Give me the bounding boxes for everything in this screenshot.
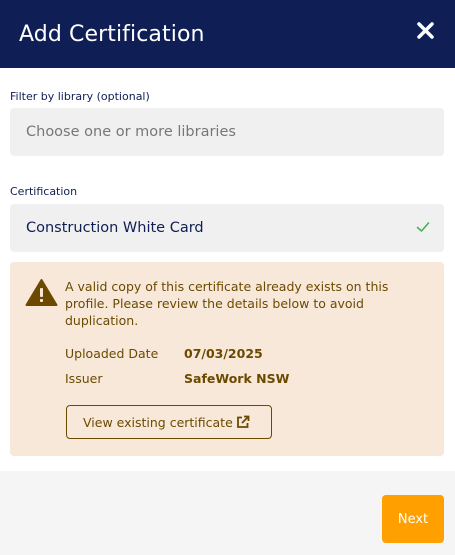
view-existing-certificate-label: View existing certificate: [83, 414, 233, 430]
certification-value: Construction White Card: [26, 220, 204, 236]
next-button[interactable]: Next: [382, 495, 444, 543]
view-existing-certificate-button[interactable]: View existing certificate: [66, 405, 272, 439]
warning-message: A valid copy of this certificate already…: [65, 279, 389, 328]
certification-label: Certification: [10, 185, 78, 198]
issuer-label: Issuer: [65, 371, 103, 386]
library-filter-input[interactable]: Choose one or more libraries: [10, 108, 444, 156]
filter-label: Filter by library (optional): [10, 90, 150, 103]
external-link-icon: [236, 415, 250, 428]
modal-body: Filter by library (optional) Choose one …: [0, 68, 455, 471]
uploaded-date-label: Uploaded Date: [65, 346, 159, 361]
modal-title: Add Certification: [19, 21, 205, 47]
modal-header: Add Certification: [0, 0, 455, 68]
certification-select[interactable]: Construction White Card: [10, 204, 444, 252]
warning-triangle-icon: [25, 279, 58, 306]
issuer-value: SafeWork NSW: [184, 371, 290, 386]
duplicate-warning-box: A valid copy of this certificate already…: [10, 262, 444, 456]
uploaded-date-value: 07/03/2025: [184, 346, 263, 361]
checkmark-icon: [416, 222, 430, 232]
close-icon[interactable]: [416, 21, 435, 40]
